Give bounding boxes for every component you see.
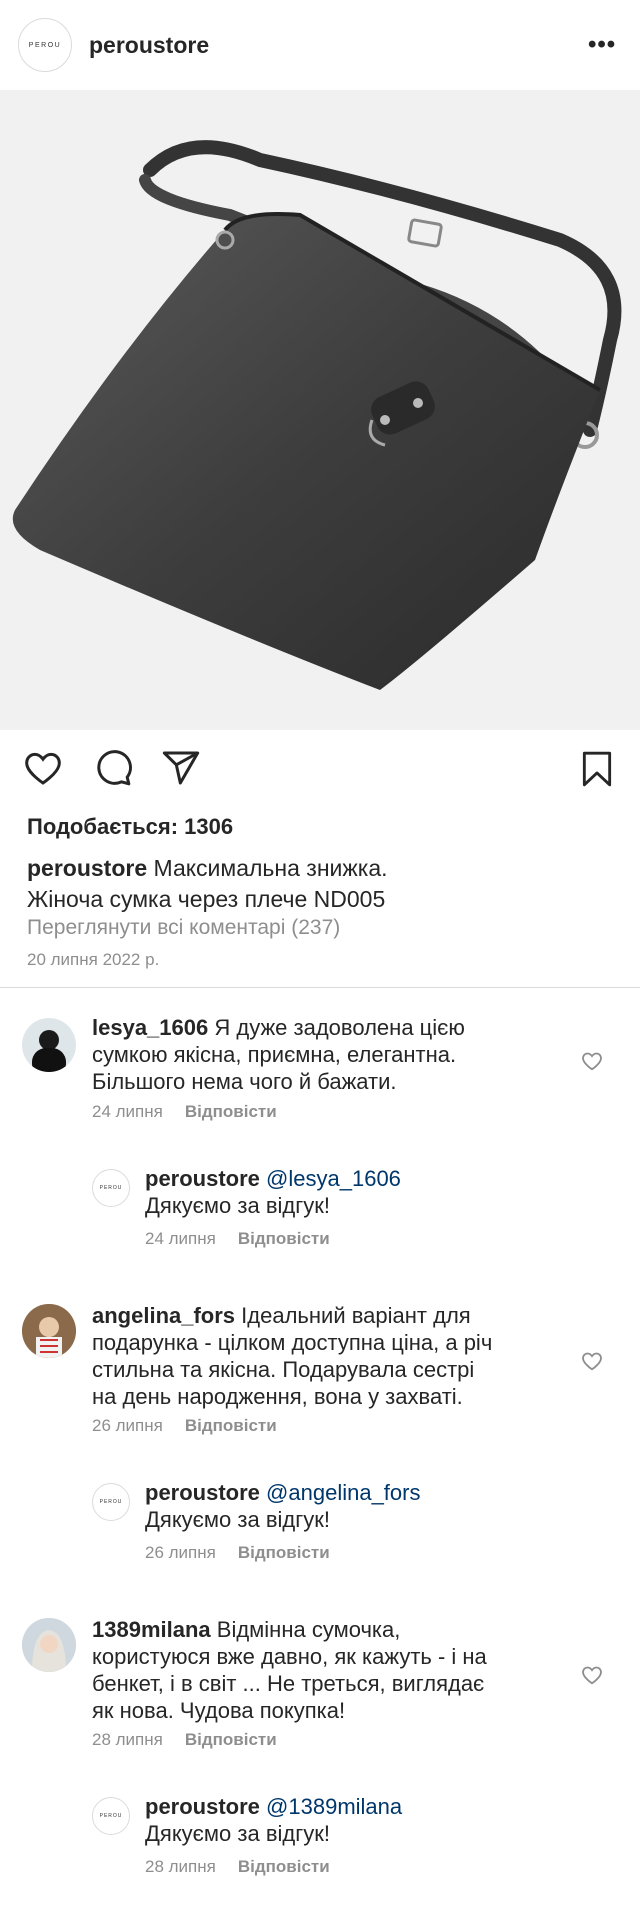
view-all-comments[interactable]: Переглянути всі коментарі (237) xyxy=(27,916,340,940)
reply-button[interactable]: Відповісти xyxy=(185,1102,277,1121)
comment-icon[interactable] xyxy=(92,748,134,788)
avatar[interactable] xyxy=(22,1304,76,1358)
comment-date: 26 липня xyxy=(92,1416,163,1435)
user-photo-icon xyxy=(32,1030,66,1072)
reply-date: 28 липня xyxy=(145,1857,216,1876)
avatar[interactable]: PEROU xyxy=(18,18,72,72)
comment-date: 24 липня xyxy=(92,1102,163,1121)
comment-line: як нова. Чудова покупка! xyxy=(92,1698,346,1723)
divider xyxy=(0,987,640,988)
like-comment-heart-icon[interactable] xyxy=(580,1350,604,1372)
reply-button[interactable]: Відповісти xyxy=(185,1730,277,1749)
comment-line: на день народження, вона у захваті. xyxy=(92,1384,463,1409)
reply-text: peroustore @angelina_fors Дякуємо за від… xyxy=(145,1479,565,1533)
reply-line: Дякуємо за відгук! xyxy=(145,1193,330,1218)
reply-username[interactable]: peroustore xyxy=(145,1166,260,1191)
caption: peroustore Максимальна знижка. Жіноча су… xyxy=(27,853,607,915)
avatar[interactable] xyxy=(22,1018,76,1072)
username[interactable]: peroustore xyxy=(89,32,209,59)
comment-username[interactable]: 1389milana xyxy=(92,1617,211,1642)
avatar[interactable] xyxy=(22,1618,76,1672)
mention-link[interactable]: @lesya_1606 xyxy=(266,1166,401,1191)
comment-line: Більшого нема чого й бажати. xyxy=(92,1069,397,1094)
comment-line: бенкет, і в світ ... Не треться, вигляда… xyxy=(92,1671,485,1696)
comment-line: Ідеальний варіант для xyxy=(241,1303,471,1328)
caption-line-2: Жіноча сумка через плече ND005 xyxy=(27,886,386,912)
reply-line: Дякуємо за відгук! xyxy=(145,1507,330,1532)
reply-username[interactable]: peroustore xyxy=(145,1794,260,1819)
reply-meta: 28 липня Відповісти xyxy=(145,1857,330,1877)
mention-link[interactable]: @1389milana xyxy=(266,1794,402,1819)
action-bar xyxy=(0,748,640,798)
comment-line: сумкою якісна, приємна, елегантна. xyxy=(92,1042,457,1067)
reply-username[interactable]: peroustore xyxy=(145,1480,260,1505)
comment-username[interactable]: lesya_1606 xyxy=(92,1015,208,1040)
like-comment-heart-icon[interactable] xyxy=(580,1664,604,1686)
user-photo-icon xyxy=(22,1304,76,1358)
more-options-icon[interactable]: ••• xyxy=(588,33,616,57)
bag-illustration xyxy=(12,140,622,690)
comment-date: 28 липня xyxy=(92,1730,163,1749)
logo-text: PEROU xyxy=(99,1499,123,1505)
reply-meta: 26 липня Відповісти xyxy=(145,1543,330,1563)
reply-button[interactable]: Відповісти xyxy=(185,1416,277,1435)
reply-meta: 24 липня Відповісти xyxy=(145,1229,330,1249)
reply-button[interactable]: Відповісти xyxy=(238,1857,330,1876)
mention-link[interactable]: @angelina_fors xyxy=(266,1480,420,1505)
logo-text: PEROU xyxy=(99,1185,123,1191)
comment-text: 1389milana Відмінна сумочка, користуюся … xyxy=(92,1616,572,1724)
comment-line: Відмінна сумочка, xyxy=(216,1617,401,1642)
reply-button[interactable]: Відповісти xyxy=(238,1229,330,1248)
heart-icon[interactable] xyxy=(22,748,64,788)
reply-line: Дякуємо за відгук! xyxy=(145,1821,330,1846)
reply-text: peroustore @1389milana Дякуємо за відгук… xyxy=(145,1793,565,1847)
reply-date: 26 липня xyxy=(145,1543,216,1562)
comment-username[interactable]: angelina_fors xyxy=(92,1303,235,1328)
caption-line-1: Максимальна знижка. xyxy=(153,855,388,881)
bookmark-icon[interactable] xyxy=(578,748,616,790)
avatar[interactable]: PEROU xyxy=(92,1169,130,1207)
like-comment-heart-icon[interactable] xyxy=(580,1050,604,1072)
comment-line: користуюся вже давно, як кажуть - і на xyxy=(92,1644,487,1669)
caption-username[interactable]: peroustore xyxy=(27,855,147,881)
post-header: PEROU peroustore ••• xyxy=(0,0,640,90)
avatar[interactable]: PEROU xyxy=(92,1797,130,1835)
comment-meta: 28 липня Відповісти xyxy=(92,1730,277,1750)
post-date: 20 липня 2022 р. xyxy=(27,950,160,969)
logo-text: PEROU xyxy=(99,1813,123,1819)
comment-text: angelina_fors Ідеальний варіант для пода… xyxy=(92,1302,572,1410)
reply-text: peroustore @lesya_1606 Дякуємо за відгук… xyxy=(145,1165,565,1219)
comment-meta: 26 липня Відповісти xyxy=(92,1416,277,1436)
reply-date: 24 липня xyxy=(145,1229,216,1248)
post-image[interactable] xyxy=(0,90,640,730)
share-icon[interactable] xyxy=(160,748,202,788)
comment-line: стильна та якісна. Подарувала сестрі xyxy=(92,1357,475,1382)
logo-text: PEROU xyxy=(28,41,62,49)
likes-count[interactable]: Подобається: 1306 xyxy=(27,814,233,840)
avatar[interactable]: PEROU xyxy=(92,1483,130,1521)
user-photo-icon xyxy=(22,1618,76,1672)
comment-line: Я дуже задоволена цією xyxy=(214,1015,465,1040)
comment-meta: 24 липня Відповісти xyxy=(92,1102,277,1122)
reply-button[interactable]: Відповісти xyxy=(238,1543,330,1562)
comment-text: lesya_1606 Я дуже задоволена цією сумкою… xyxy=(92,1014,562,1095)
comment-line: подарунка - цілком доступна ціна, а річ xyxy=(92,1330,493,1355)
